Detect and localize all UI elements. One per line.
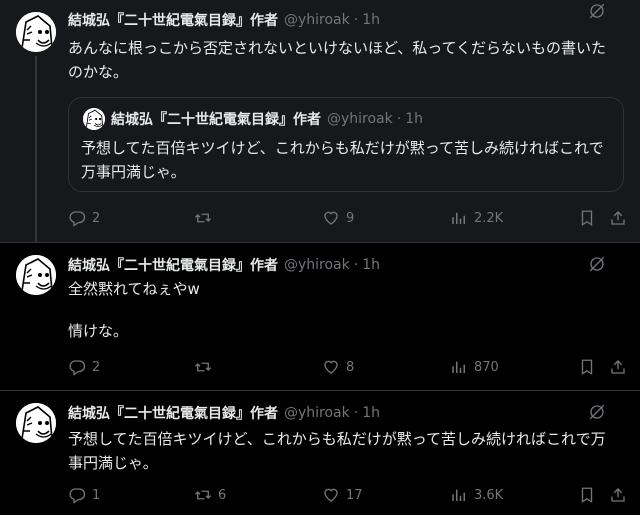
reply-count: 2 (92, 359, 101, 375)
views-count: 2.2K (474, 210, 504, 226)
reply-count: 2 (92, 210, 101, 226)
bookmark-icon (578, 486, 596, 504)
share-icon (609, 358, 627, 376)
heart-icon (322, 209, 340, 227)
tweet-text-line-1: 全然黙れてねぇやw (68, 280, 200, 298)
quote-author-name: 結城弘『二十世紀電氣目録』作者 (111, 112, 321, 128)
like-count: 9 (346, 210, 355, 226)
author-handle[interactable]: @yhiroak (284, 12, 350, 28)
repost-button[interactable]: 6 (194, 486, 226, 504)
quote-text: 予想してた百倍キツイけど、これからも私だけが黙って苦しみ続ければこれで万事円満じ… (81, 139, 604, 181)
like-button[interactable]: 9 (322, 209, 354, 227)
avatar-image (83, 108, 105, 130)
repost-count: 6 (218, 487, 227, 503)
quote-avatar (83, 108, 105, 130)
bookmark-icon (578, 358, 596, 376)
views-icon (450, 209, 468, 227)
quoted-tweet[interactable]: 結城弘『二十世紀電氣目録』作者 @yhiroak · 1h 予想してた百倍キツイ… (68, 97, 624, 192)
repost-button[interactable] (194, 358, 218, 376)
separator: · (396, 111, 402, 127)
tweet-2[interactable]: 結城弘『二十世紀電氣目録』作者 @yhiroak · 1h 全然黙れてねぇやw … (0, 242, 640, 391)
author-handle[interactable]: @yhiroak (284, 405, 350, 421)
reply-button[interactable]: 2 (68, 358, 100, 376)
tweet-1[interactable]: 結城弘『二十世紀電氣目録』作者 @yhiroak · 1h あんなに根っこから否… (0, 0, 640, 242)
reply-button[interactable]: 2 (68, 209, 100, 227)
tweet-header: 結城弘『二十世紀電氣目録』作者 @yhiroak · 1h (68, 10, 640, 30)
avatar-image (16, 255, 56, 295)
timestamp[interactable]: 1h (362, 405, 380, 421)
tweet-text: あんなに根っこから否定されないといけないほど、私ってくだらないもの書いたのかな。 (68, 39, 607, 81)
reply-icon (68, 209, 86, 227)
share-button[interactable] (609, 486, 627, 504)
views-count: 3.6K (474, 487, 504, 503)
share-icon (609, 209, 627, 227)
views-icon (450, 486, 468, 504)
reply-button[interactable]: 1 (68, 486, 100, 504)
tweet-3[interactable]: 結城弘『二十世紀電氣目録』作者 @yhiroak · 1h 予想してた百倍キツイ… (0, 390, 640, 515)
reply-count: 1 (92, 487, 101, 503)
author-name[interactable]: 結城弘『二十世紀電氣目録』作者 (68, 403, 278, 423)
like-button[interactable]: 8 (322, 358, 354, 376)
quote-author-handle: @yhiroak (327, 111, 393, 127)
repost-icon (194, 358, 212, 376)
tweet-text-line-2: 情けな。 (68, 322, 129, 340)
bookmark-button[interactable] (578, 209, 596, 227)
heart-icon (322, 486, 340, 504)
avatar[interactable] (16, 12, 56, 52)
avatar-image (16, 403, 56, 443)
bookmark-button[interactable] (578, 486, 596, 504)
timestamp[interactable]: 1h (362, 12, 380, 28)
grok-icon[interactable] (588, 403, 606, 421)
like-count: 17 (346, 487, 363, 503)
views-icon (450, 358, 468, 376)
separator: · (353, 12, 359, 28)
heart-icon (322, 358, 340, 376)
grok-icon[interactable] (588, 2, 606, 20)
author-handle[interactable]: @yhiroak (284, 257, 350, 273)
repost-icon (194, 209, 212, 227)
bookmark-icon (578, 209, 596, 227)
tweet-actions: 2 8 870 (68, 357, 640, 377)
timestamp[interactable]: 1h (362, 257, 380, 273)
grok-icon[interactable] (588, 255, 606, 273)
views-button[interactable]: 870 (450, 358, 499, 376)
share-icon (609, 486, 627, 504)
avatar[interactable] (16, 403, 56, 443)
avatar[interactable] (16, 255, 56, 295)
share-button[interactable] (609, 358, 627, 376)
tweet-actions: 1 6 17 3.6K (68, 485, 640, 505)
repost-icon (194, 486, 212, 504)
tweet-text: 予想してた百倍キツイけど、これからも私だけが黙って苦しみ続ければこれで万事円満じ… (68, 430, 606, 472)
quote-timestamp: 1h (405, 111, 423, 127)
bookmark-button[interactable] (578, 358, 596, 376)
views-button[interactable]: 3.6K (450, 486, 503, 504)
tweet-header: 結城弘『二十世紀電氣目録』作者 @yhiroak · 1h (68, 255, 640, 275)
author-name[interactable]: 結城弘『二十世紀電氣目録』作者 (68, 255, 278, 275)
author-name[interactable]: 結城弘『二十世紀電氣目録』作者 (68, 10, 278, 30)
repost-button[interactable] (194, 209, 218, 227)
views-button[interactable]: 2.2K (450, 209, 503, 227)
avatar-image (16, 12, 56, 52)
views-count: 870 (474, 359, 499, 375)
reply-icon (68, 358, 86, 376)
tweet-header: 結城弘『二十世紀電氣目録』作者 @yhiroak · 1h (68, 403, 640, 423)
separator: · (353, 405, 359, 421)
thread-line (35, 56, 37, 242)
separator: · (353, 257, 359, 273)
reply-icon (68, 486, 86, 504)
tweet-actions: 2 9 2.2K (68, 208, 640, 228)
like-button[interactable]: 17 (322, 486, 363, 504)
share-button[interactable] (609, 209, 627, 227)
like-count: 8 (346, 359, 355, 375)
quote-header: 結城弘『二十世紀電氣目録』作者 @yhiroak · 1h (111, 109, 423, 129)
